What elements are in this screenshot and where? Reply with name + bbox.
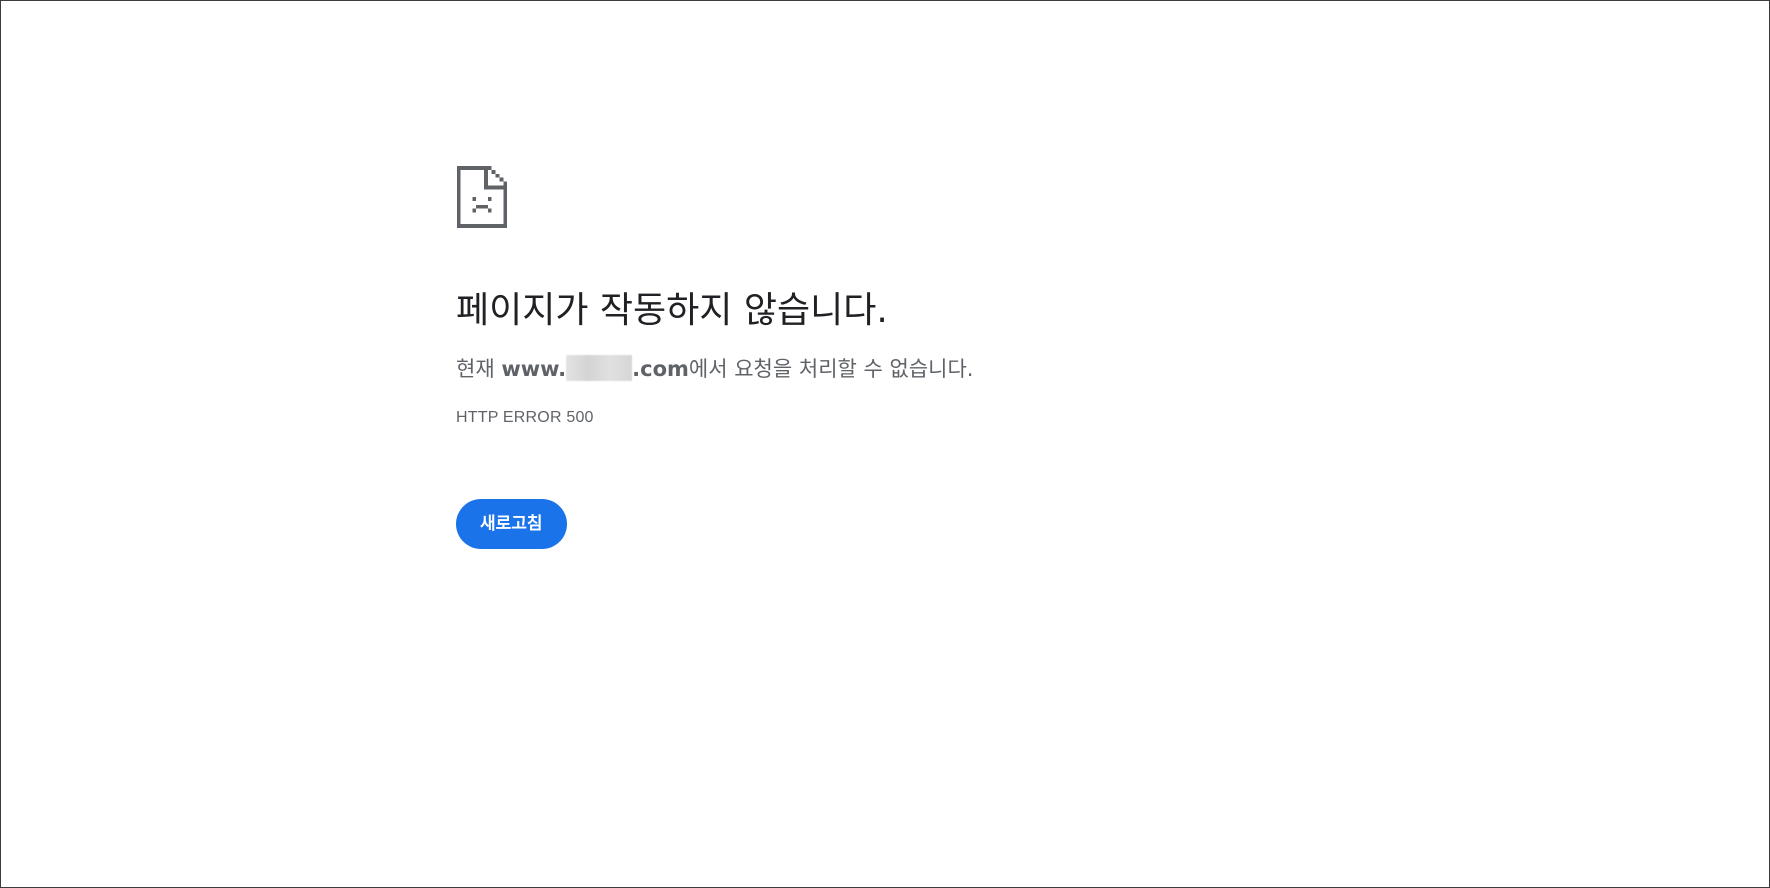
description-prefix: 현재 — [456, 357, 502, 381]
page-title: 페이지가 작동하지 않습니다. — [456, 290, 888, 331]
error-code: HTTP ERROR 500 — [456, 409, 594, 427]
reload-button[interactable]: 새로고침 — [456, 499, 567, 550]
host-prefix: www. — [501, 357, 567, 381]
error-description: 현재 www. .com에서 요청을 처리할 수 없습니다. — [456, 355, 1356, 383]
browser-viewport: 페이지가 작동하지 않습니다. 현재 www. .com에서 요청을 처리할 수 … — [0, 0, 1770, 888]
description-suffix: 에서 요청을 처리할 수 없습니다. — [688, 357, 974, 381]
host-suffix: .com — [632, 357, 689, 381]
host-name: www. .com — [501, 355, 689, 381]
sad-document-icon — [456, 166, 508, 228]
error-content: 페이지가 작동하지 않습니다. 현재 www. .com에서 요청을 처리할 수 … — [456, 166, 1356, 550]
redacted-domain — [566, 355, 633, 381]
